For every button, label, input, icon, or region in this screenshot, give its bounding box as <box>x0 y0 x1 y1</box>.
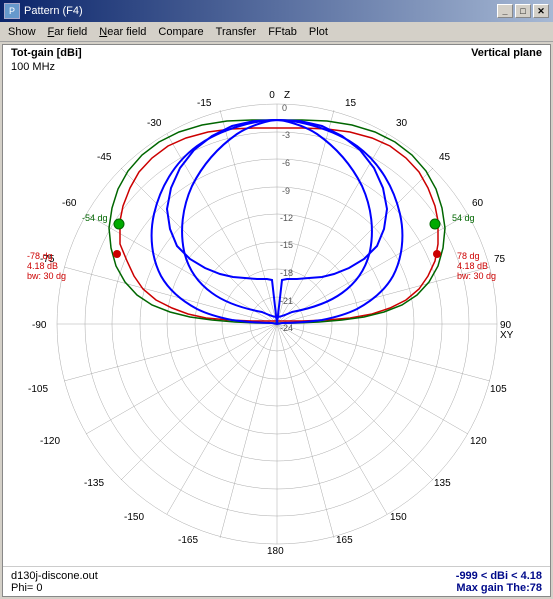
svg-text:15: 15 <box>345 98 357 109</box>
svg-text:XY: XY <box>500 330 514 341</box>
status-left: d130j-discone.out Phi= 0 <box>11 570 98 594</box>
svg-text:120: 120 <box>470 436 487 447</box>
svg-text:75: 75 <box>494 254 506 265</box>
menu-compare[interactable]: Compare <box>152 24 209 40</box>
svg-text:Z: Z <box>283 90 289 101</box>
menu-transfer[interactable]: Transfer <box>210 24 263 40</box>
svg-text:-3: -3 <box>282 130 290 140</box>
gain-range-label: -999 < dBi < 4.18 <box>456 570 542 582</box>
svg-text:-24: -24 <box>280 323 293 333</box>
window-controls: _ □ ✕ <box>497 4 549 18</box>
polar-chart: 0 Z 15 30 45 60 75 90 105 120 135 150 16… <box>3 75 550 566</box>
svg-text:-21: -21 <box>280 296 293 306</box>
svg-text:-6: -6 <box>282 158 290 168</box>
svg-text:4.18 dB: 4.18 dB <box>27 261 58 271</box>
menu-farfield[interactable]: Far field <box>42 24 94 40</box>
maximize-button[interactable]: □ <box>515 4 531 18</box>
svg-text:bw: 30 dg: bw: 30 dg <box>27 271 66 281</box>
close-button[interactable]: ✕ <box>533 4 549 18</box>
title-bar: P Pattern (F4) _ □ ✕ <box>0 0 553 22</box>
y-axis-label: Tot-gain [dBi] <box>11 47 82 59</box>
svg-text:4.18 dB: 4.18 dB <box>457 261 488 271</box>
svg-text:-15: -15 <box>280 240 293 250</box>
svg-text:-120: -120 <box>40 436 60 447</box>
plane-label: Vertical plane <box>471 47 542 59</box>
menu-nearfield[interactable]: Near field <box>93 24 152 40</box>
svg-text:78 dg: 78 dg <box>457 251 480 261</box>
svg-text:-90: -90 <box>32 320 47 331</box>
svg-text:-135: -135 <box>84 478 104 489</box>
svg-text:30: 30 <box>396 118 408 129</box>
window-icon: P <box>4 3 20 19</box>
svg-text:-54 dg: -54 dg <box>82 213 108 223</box>
svg-text:165: 165 <box>336 535 353 546</box>
svg-text:-30: -30 <box>147 118 162 129</box>
svg-text:-150: -150 <box>124 512 144 523</box>
svg-text:135: 135 <box>434 478 451 489</box>
plot-area: Tot-gain [dBi] Vertical plane 100 MHz <box>2 44 551 597</box>
filename-label: d130j-discone.out <box>11 570 98 582</box>
svg-text:180: 180 <box>267 546 284 557</box>
menu-fftab[interactable]: FFtab <box>262 24 303 40</box>
svg-text:105: 105 <box>490 384 507 395</box>
menu-bar: Show Far field Near field Compare Transf… <box>0 22 553 42</box>
top-labels: Tot-gain [dBi] Vertical plane <box>3 47 550 59</box>
menu-show[interactable]: Show <box>2 24 42 40</box>
svg-text:bw: 30 dg: bw: 30 dg <box>457 271 496 281</box>
svg-text:150: 150 <box>390 512 407 523</box>
status-right: -999 < dBi < 4.18 Max gain The:78 <box>456 570 542 594</box>
svg-text:0: 0 <box>282 103 287 113</box>
svg-text:60: 60 <box>472 198 484 209</box>
max-gain-label: Max gain The:78 <box>456 582 542 594</box>
svg-text:-15: -15 <box>197 98 212 109</box>
svg-text:0: 0 <box>269 90 275 101</box>
svg-text:-12: -12 <box>280 213 293 223</box>
svg-text:-18: -18 <box>280 268 293 278</box>
svg-text:45: 45 <box>439 152 451 163</box>
minimize-button[interactable]: _ <box>497 4 513 18</box>
svg-text:-165: -165 <box>178 535 198 546</box>
menu-plot[interactable]: Plot <box>303 24 334 40</box>
status-bar: d130j-discone.out Phi= 0 -999 < dBi < 4.… <box>3 566 550 596</box>
phi-label: Phi= 0 <box>11 582 98 594</box>
svg-text:-78 dg: -78 dg <box>27 251 53 261</box>
svg-text:-105: -105 <box>28 384 48 395</box>
window-title: Pattern (F4) <box>24 5 83 17</box>
svg-text:-9: -9 <box>282 186 290 196</box>
svg-text:54 dg: 54 dg <box>452 213 475 223</box>
svg-text:-45: -45 <box>97 152 112 163</box>
svg-text:-60: -60 <box>62 198 77 209</box>
